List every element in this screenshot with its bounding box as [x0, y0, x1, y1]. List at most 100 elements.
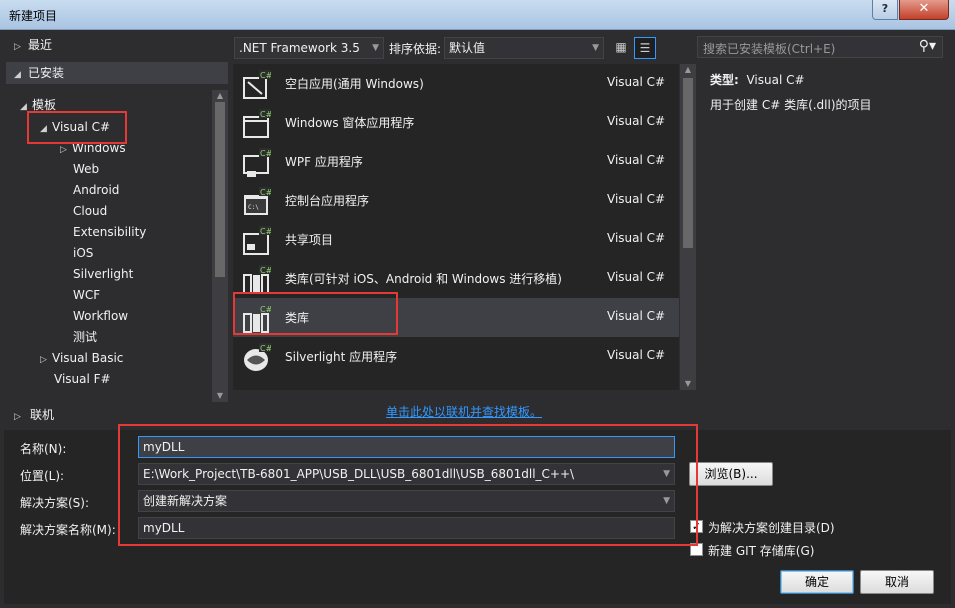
console-app-icon: C:\ C# [244, 187, 271, 215]
solution-name-input[interactable]: myDLL [138, 517, 675, 539]
close-button[interactable]: ✕ [899, 0, 949, 20]
tree-item-web[interactable]: Web [73, 159, 99, 179]
template-name: 控制台应用程序 [285, 194, 370, 208]
list-view-icon[interactable]: ☰ [634, 37, 656, 59]
type-value: Visual C# [746, 73, 805, 87]
scroll-down-icon[interactable]: ▼ [680, 378, 696, 390]
tree-item-visual-fsharp[interactable]: Visual F# [54, 369, 111, 389]
template-item[interactable]: C# WPF 应用程序 Visual C# [233, 142, 679, 181]
create-directory-checkbox[interactable]: ✓ [690, 520, 703, 533]
solution-dropdown[interactable]: 创建新解决方案 ▼ [138, 490, 675, 512]
tree-item-wcf[interactable]: WCF [73, 285, 100, 305]
scroll-down-icon[interactable]: ▼ [212, 390, 228, 402]
template-name: 类库 [285, 311, 310, 325]
expand-arrow-icon: ▷ [14, 412, 21, 422]
template-language: Visual C# [607, 270, 666, 284]
expand-arrow-icon: ▷ [60, 145, 67, 155]
windows-form-icon: C# [243, 109, 271, 138]
create-directory-label[interactable]: 为解决方案创建目录(D) [708, 519, 835, 536]
sidebar-scrollbar[interactable]: ▲ ▼ [212, 90, 228, 402]
portable-class-library-icon: C# [243, 265, 271, 294]
expand-arrow-icon: ▷ [14, 42, 21, 52]
chevron-down-icon: ▼ [592, 43, 599, 53]
scroll-up-icon[interactable]: ▲ [680, 64, 696, 76]
tree-item-label: 模板 [32, 98, 57, 112]
window-title: 新建项目 [9, 9, 58, 23]
location-combobox[interactable]: E:\Work_Project\TB-6801_APP\USB_DLL\USB_… [138, 463, 675, 485]
cancel-button[interactable]: 取消 [860, 570, 934, 594]
tree-item-label: Windows [72, 141, 126, 155]
collapse-arrow-icon: ◢ [14, 70, 21, 80]
template-list: C# 空白应用(通用 Windows) Visual C# C# Windows… [233, 64, 679, 390]
svg-text:C#: C# [260, 305, 271, 314]
name-input[interactable]: myDLL [138, 436, 675, 458]
tree-item-ios[interactable]: iOS [73, 243, 93, 263]
tree-item-templates[interactable]: ◢ 模板 [20, 95, 56, 115]
template-language: Visual C# [607, 231, 666, 245]
find-templates-online-link[interactable]: 单击此处以联机并查找模板。 [386, 403, 542, 420]
template-item[interactable]: C# Windows 窗体应用程序 Visual C# [233, 103, 679, 142]
scroll-up-icon[interactable]: ▲ [212, 90, 228, 102]
template-item[interactable]: C# 空白应用(通用 Windows) Visual C# [233, 64, 679, 103]
section-online[interactable]: ▷ 联机 [14, 406, 54, 424]
sort-dropdown[interactable]: 默认值 ▼ [444, 37, 604, 59]
tree-item-visual-basic[interactable]: ▷ Visual Basic [40, 348, 123, 368]
template-language: Visual C# [607, 114, 666, 128]
collapse-arrow-icon: ◢ [40, 124, 47, 134]
template-name: 共享项目 [285, 233, 334, 247]
search-icon[interactable]: ⚲▾ [919, 38, 936, 54]
location-value: E:\Work_Project\TB-6801_APP\USB_DLL\USB_… [143, 467, 575, 481]
tree-item-android[interactable]: Android [73, 180, 119, 200]
svg-text:C#: C# [260, 266, 271, 275]
template-item[interactable]: C:\ C# 控制台应用程序 Visual C# [233, 181, 679, 220]
svg-text:C#: C# [260, 71, 271, 80]
name-label: 名称(N): [20, 442, 67, 456]
svg-text:C#: C# [260, 344, 271, 353]
shared-project-icon: C# [243, 226, 271, 255]
collapse-arrow-icon: ◢ [20, 102, 27, 112]
template-language: Visual C# [607, 309, 666, 323]
framework-dropdown[interactable]: .NET Framework 3.5 ▼ [234, 37, 384, 59]
expand-arrow-icon: ▷ [40, 355, 47, 365]
tree-item-workflow[interactable]: Workflow [73, 306, 128, 326]
sort-label: 排序依据: [389, 42, 442, 56]
blank-app-icon: C# [243, 70, 271, 99]
tree-item-windows[interactable]: ▷ Windows [60, 138, 126, 158]
browse-button[interactable]: 浏览(B)... [689, 462, 773, 486]
tree-item-extensibility[interactable]: Extensibility [73, 222, 146, 242]
git-repo-label[interactable]: 新建 GIT 存储库(G) [708, 542, 814, 559]
template-item[interactable]: C# 类库(可针对 iOS、Android 和 Windows 进行移植) Vi… [233, 259, 679, 298]
solution-value: 创建新解决方案 [143, 494, 228, 508]
template-item[interactable]: C# Silverlight 应用程序 Visual C# [233, 337, 679, 376]
chevron-down-icon: ▼ [372, 43, 379, 53]
search-placeholder: 搜索已安装模板(Ctrl+E) [703, 42, 836, 56]
help-button[interactable]: ? [872, 0, 898, 20]
tree-item-label: Visual C# [52, 120, 111, 134]
tree-item-cloud[interactable]: Cloud [73, 201, 107, 221]
framework-value: .NET Framework 3.5 [239, 41, 360, 55]
template-language: Visual C# [607, 153, 666, 167]
sort-value: 默认值 [449, 41, 486, 55]
template-list-scrollbar[interactable]: ▲ ▼ [680, 64, 696, 390]
section-installed-label: 已安装 [28, 66, 65, 80]
git-repo-checkbox[interactable] [690, 543, 703, 556]
scrollbar-thumb[interactable] [215, 102, 225, 277]
svg-text:C#: C# [260, 110, 271, 119]
scrollbar-thumb[interactable] [683, 78, 693, 248]
section-recent[interactable]: ▷ 最近 [6, 34, 228, 56]
search-box[interactable]: 搜索已安装模板(Ctrl+E) ⚲▾ [697, 36, 943, 58]
chevron-down-icon: ▼ [663, 469, 670, 479]
template-name: Silverlight 应用程序 [285, 350, 398, 364]
title-bar: 新建项目 ? ✕ [0, 0, 955, 30]
solution-name-label: 解决方案名称(M): [20, 523, 116, 537]
tree-item-test[interactable]: 测试 [73, 327, 97, 347]
tree-item-visual-csharp[interactable]: ◢ Visual C# [40, 117, 110, 137]
ok-button[interactable]: 确定 [780, 570, 854, 594]
section-installed[interactable]: ◢ 已安装 [6, 62, 228, 84]
template-item-selected[interactable]: C# 类库 Visual C# [233, 298, 679, 337]
tree-item-silverlight[interactable]: Silverlight [73, 264, 133, 284]
svg-text:C#: C# [260, 188, 271, 197]
template-language: Visual C# [607, 192, 666, 206]
grid-view-icon[interactable]: ▦ [610, 37, 632, 59]
template-item[interactable]: C# 共享项目 Visual C# [233, 220, 679, 259]
